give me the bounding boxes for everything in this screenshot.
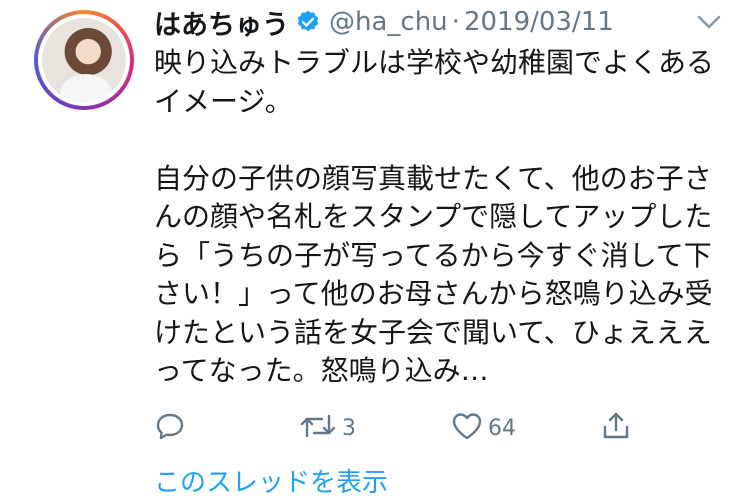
retweet-button[interactable]: 3	[298, 408, 356, 448]
tweet-actions: 3 64	[154, 408, 654, 448]
avatar-photo	[42, 18, 126, 102]
tweet-card[interactable]: はあちゅう @ha_chu · 2019/03/11 映り込みトラブルは学校や幼…	[0, 0, 750, 502]
like-count: 64	[488, 415, 516, 441]
heart-icon	[450, 410, 484, 446]
like-button[interactable]: 64	[450, 408, 516, 448]
separator-dot: ·	[451, 7, 460, 37]
tweet-date[interactable]: 2019/03/11	[464, 7, 614, 37]
reply-icon	[154, 410, 186, 446]
tweet-header: はあちゅう @ha_chu · 2019/03/11	[154, 2, 614, 42]
show-thread-link[interactable]: このスレッドを表示	[154, 462, 388, 499]
chevron-down-icon[interactable]	[695, 12, 723, 32]
verified-badge-icon	[295, 9, 321, 35]
avatar-border	[38, 14, 130, 106]
share-icon	[600, 410, 632, 446]
avatar[interactable]	[34, 10, 134, 110]
retweet-icon	[298, 410, 338, 446]
tweet-text: 映り込みトラブルは学校や幼稚園でよくある イメージ。 自分の子供の顔写真載せたく…	[154, 46, 715, 387]
display-name[interactable]: はあちゅう	[154, 3, 289, 42]
user-handle[interactable]: @ha_chu	[329, 7, 448, 37]
reply-button[interactable]	[154, 408, 186, 448]
share-button[interactable]	[600, 408, 632, 448]
retweet-count: 3	[342, 415, 356, 441]
